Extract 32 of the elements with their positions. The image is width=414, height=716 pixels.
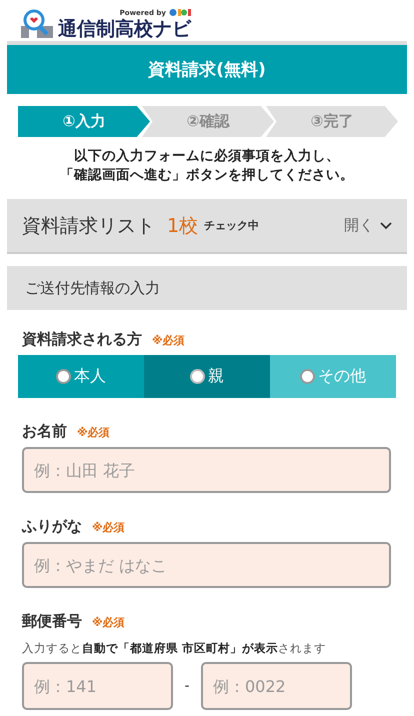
field-label: 郵便番号 [22, 612, 82, 631]
radio-option[interactable]: 親 [144, 355, 270, 398]
separator-text: - [183, 678, 191, 694]
title-bar: 資料請求(無料) [7, 45, 407, 94]
required-mark: ※必須 [152, 333, 185, 348]
input-field[interactable]: 例：141 [22, 662, 173, 710]
instruction-text: 「確認画面へ進む」ボタンを押してください。 [59, 166, 355, 185]
input-field[interactable]: 例：やまだ はなこ [22, 542, 391, 588]
field-label: 資料請求される方 [22, 330, 142, 349]
instruction-text: 以下の入力フォームに必須事項を入力し、 [73, 147, 341, 166]
request-list-title: 資料請求リスト [22, 214, 155, 238]
input-field[interactable]: 例：山田 花子 [22, 447, 391, 493]
request-count: 1校 [167, 214, 198, 238]
site-name[interactable]: 通信制高校ナビ [58, 17, 191, 41]
input-field[interactable]: 例：0022 [201, 662, 352, 710]
field-label: お名前 [22, 422, 67, 441]
radio-option[interactable]: 本人 [18, 355, 144, 398]
required-mark: ※必須 [92, 615, 125, 630]
open-toggle[interactable]: 開く [344, 216, 374, 235]
step-indicator: ③完了 [266, 106, 398, 137]
required-mark: ※必須 [77, 425, 110, 440]
magnifier-logo-icon [20, 9, 54, 39]
request-list-bar[interactable]: 資料請求リスト 1校 チェック中 開く [7, 199, 407, 254]
section-header: ご送付先情報の入力 [7, 266, 407, 310]
required-mark: ※必須 [92, 520, 125, 535]
step-indicator: ②確認 [142, 106, 274, 137]
step-indicator: ①入力 [18, 106, 150, 137]
hint-text: 入力すると自動で「都道府県 市区町村」が表示されます [22, 641, 328, 656]
chevron-down-icon[interactable] [380, 222, 392, 230]
field-label: ふりがな [22, 517, 82, 536]
checking-label: チェック中 [204, 218, 260, 233]
brand-logo-icon [169, 8, 191, 17]
